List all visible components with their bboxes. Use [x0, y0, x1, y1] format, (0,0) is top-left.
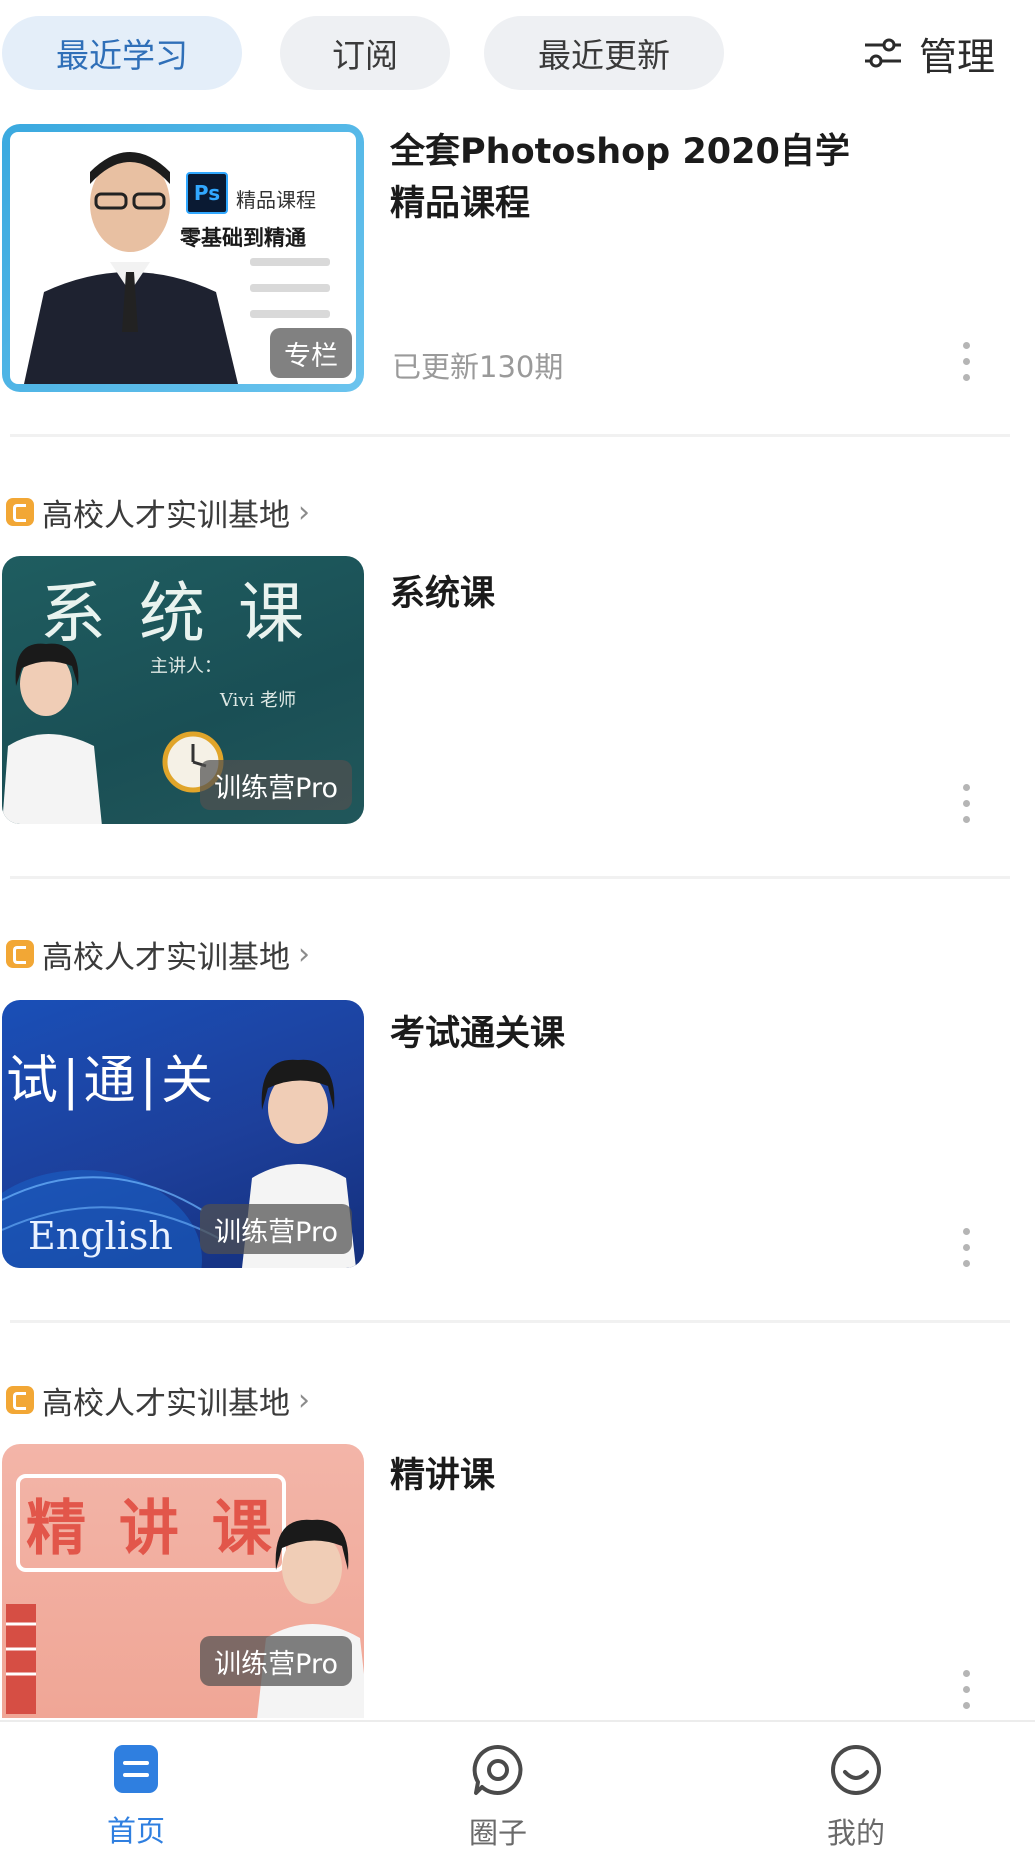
- update-count: 已更新130期: [392, 350, 564, 384]
- sliders-icon: [864, 38, 901, 68]
- chat-circle-icon: [472, 1744, 523, 1795]
- photoshop-logo: Ps: [186, 172, 228, 214]
- nav-label: 圈子: [468, 1816, 527, 1850]
- course-type-badge: 训练营Pro: [200, 760, 352, 810]
- course-title[interactable]: 全套Photoshop 2020自学精品课程: [390, 126, 880, 230]
- nav-circle[interactable]: 圈子: [418, 1744, 578, 1852]
- chevron-right-icon: ›: [298, 1382, 310, 1418]
- bottom-navigation: 首页 圈子 我的: [0, 1720, 1035, 1858]
- source-logo-icon: [6, 940, 34, 968]
- more-options-icon[interactable]: [960, 784, 972, 832]
- nav-label: 我的: [826, 1816, 885, 1850]
- source-name: 高校人才实训基地: [42, 939, 290, 976]
- top-tab-bar: 最近学习 订阅 最近更新 管理: [0, 0, 1035, 110]
- more-options-icon[interactable]: [960, 1670, 972, 1718]
- presenter-image: [2, 643, 102, 824]
- manage-label: 管理: [918, 34, 995, 79]
- course-type-badge: 训练营Pro: [200, 1204, 352, 1254]
- course-thumbnail: 试|通|关 English 训练营Pro: [2, 1000, 364, 1268]
- course-card[interactable]: Ps 精品课程 零基础到精通 专栏 全套Photoshop 2020自学精品课程…: [0, 122, 1035, 442]
- thumb-caption: 精品课程: [236, 188, 316, 212]
- course-card[interactable]: 系 统 课 主讲人： Vivi 老师 训练营Pro 系统课: [0, 556, 1035, 846]
- course-card[interactable]: 精 讲 课 训练营Pro 精讲课: [0, 1444, 1035, 1718]
- divider: [10, 434, 1010, 437]
- nav-mine[interactable]: 我的: [776, 1744, 936, 1852]
- course-source[interactable]: 高校人才实训基地 ›: [6, 1378, 310, 1422]
- course-title[interactable]: 系统课: [390, 568, 880, 620]
- thumb-caption: 试|通|关: [6, 1051, 218, 1111]
- course-thumbnail: 系 统 课 主讲人： Vivi 老师 训练营Pro: [2, 556, 364, 824]
- course-title[interactable]: 精讲课: [390, 1450, 880, 1502]
- nav-home[interactable]: 首页: [56, 1744, 216, 1850]
- thumb-caption: Vivi 老师: [220, 690, 297, 711]
- tab-recent-study[interactable]: 最近学习: [2, 16, 242, 90]
- source-logo-icon: [6, 1386, 34, 1414]
- home-icon: [114, 1745, 158, 1793]
- course-thumbnail: 精 讲 课 训练营Pro: [2, 1444, 364, 1718]
- course-source[interactable]: 高校人才实训基地 ›: [6, 932, 310, 976]
- thumb-caption: 主讲人：: [150, 656, 222, 677]
- thumb-caption: English: [28, 1214, 173, 1258]
- thumb-caption: 零基础到精通: [180, 226, 306, 250]
- manage-button[interactable]: 管理: [863, 22, 995, 84]
- divider: [10, 1320, 1010, 1323]
- course-source[interactable]: 高校人才实训基地 ›: [6, 490, 310, 534]
- thumb-checklist: [250, 258, 330, 336]
- tab-recent-updates[interactable]: 最近更新: [484, 16, 724, 90]
- nav-label: 首页: [106, 1814, 165, 1848]
- thumb-caption: 精 讲 课: [26, 1494, 278, 1564]
- course-type-badge: 专栏: [270, 328, 352, 378]
- course-card[interactable]: 试|通|关 English 训练营Pro 考试通关课: [0, 1000, 1035, 1290]
- course-title[interactable]: 考试通关课: [390, 1008, 880, 1060]
- more-options-icon[interactable]: [960, 1228, 972, 1276]
- chevron-right-icon: ›: [298, 936, 310, 972]
- source-logo-icon: [6, 498, 34, 526]
- chevron-right-icon: ›: [298, 494, 310, 530]
- divider: [10, 876, 1010, 879]
- tab-subscription[interactable]: 订阅: [280, 16, 450, 90]
- smile-icon: [831, 1745, 881, 1795]
- more-options-icon[interactable]: [960, 342, 972, 390]
- source-name: 高校人才实训基地: [42, 1385, 290, 1422]
- course-type-badge: 训练营Pro: [200, 1636, 352, 1686]
- source-name: 高校人才实训基地: [42, 497, 290, 534]
- course-thumbnail: Ps 精品课程 零基础到精通 专栏: [2, 124, 364, 392]
